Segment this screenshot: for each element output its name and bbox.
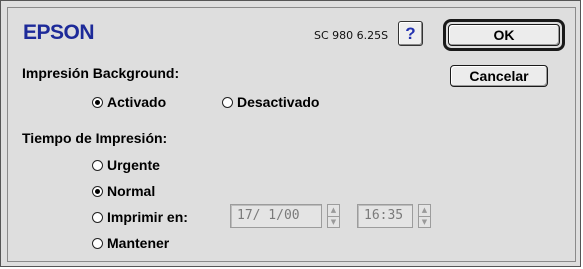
epson-logo: EPSON	[23, 21, 95, 44]
stepper-down-icon[interactable]: ▼	[419, 216, 430, 228]
ok-button[interactable]: OK	[448, 24, 560, 46]
cancel-button[interactable]: Cancelar	[450, 65, 548, 87]
radio-button-selected[interactable]	[92, 96, 103, 108]
stepper-down-icon[interactable]: ▼	[328, 216, 339, 228]
radio-button[interactable]	[92, 159, 103, 171]
radio-desactivado[interactable]: Desactivado	[222, 93, 319, 111]
radio-button[interactable]	[222, 96, 233, 108]
time-stepper[interactable]: ▲ ▼	[418, 204, 431, 228]
radio-button[interactable]	[92, 211, 103, 223]
radio-button-selected[interactable]	[92, 185, 103, 197]
date-stepper[interactable]: ▲ ▼	[327, 204, 340, 228]
background-printing-label: Impresión Background:	[22, 65, 180, 81]
radio-label: Urgente	[107, 157, 160, 173]
time-field[interactable]: 16:35	[357, 204, 413, 228]
radio-button[interactable]	[92, 237, 103, 249]
radio-mantener[interactable]: Mantener	[92, 234, 169, 252]
stepper-up-icon[interactable]: ▲	[328, 205, 339, 216]
radio-label: Desactivado	[237, 94, 320, 110]
date-field[interactable]: 17/ 1/00	[230, 204, 322, 228]
stepper-up-icon[interactable]: ▲	[419, 205, 430, 216]
print-options-dialog: EPSON SC 980 6.25S ? OK Cancelar Impresi…	[0, 0, 581, 267]
print-time-label: Tiempo de Impresión:	[22, 130, 168, 146]
help-button[interactable]: ?	[398, 21, 423, 46]
driver-version: SC 980 6.25S	[314, 29, 389, 42]
radio-label: Normal	[107, 183, 156, 199]
radio-urgente[interactable]: Urgente	[92, 156, 160, 174]
radio-label: Activado	[107, 94, 167, 110]
radio-normal[interactable]: Normal	[92, 182, 155, 200]
radio-activado[interactable]: Activado	[92, 93, 166, 111]
radio-imprimir-en[interactable]: Imprimir en:	[92, 208, 188, 226]
radio-label: Imprimir en:	[107, 209, 188, 225]
radio-label: Mantener	[107, 235, 170, 251]
